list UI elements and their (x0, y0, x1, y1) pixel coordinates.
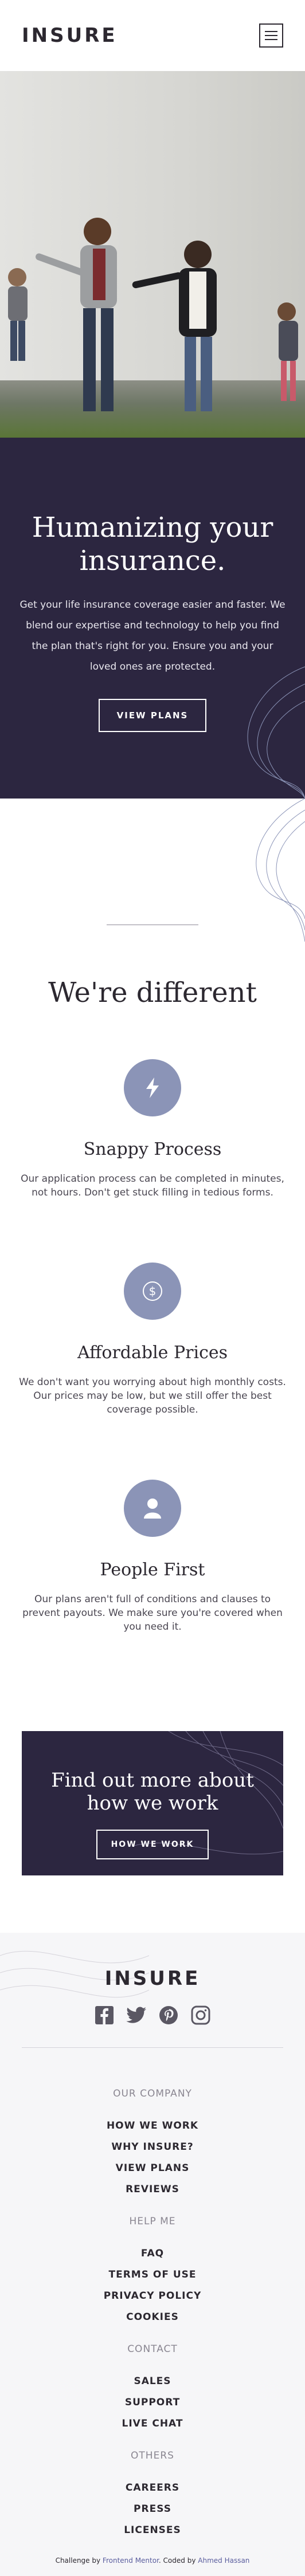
footer-link[interactable]: COOKIES (22, 2311, 283, 2323)
feature-title: Affordable Prices (77, 1343, 228, 1363)
footer-group-others: OTHERS CAREERS PRESS LICENSES (22, 2450, 283, 2536)
footer-link[interactable]: SALES (22, 2376, 283, 2387)
frontend-mentor-link[interactable]: Frontend Mentor (103, 2557, 159, 2565)
hero-title: Humanizing your insurance. (32, 512, 273, 577)
twitter-icon[interactable] (126, 2005, 147, 2026)
hero-image (0, 71, 305, 438)
attribution: Challenge by Frontend Mentor. Coded by A… (22, 2557, 283, 2565)
footer-link[interactable]: LIVE CHAT (22, 2418, 283, 2429)
social-links (22, 2005, 283, 2026)
footer-link[interactable]: TERMS OF USE (22, 2269, 283, 2280)
feature-text: Our plans aren't full of conditions and … (22, 1594, 283, 1633)
cta-box: Find out more about how we work HOW WE W… (22, 1731, 283, 1875)
footer-link[interactable]: FAQ (22, 2248, 283, 2259)
cta-title: Find out more about how we work (51, 1769, 254, 1815)
feature-card: People First Our plans aren't full of co… (17, 1480, 288, 1634)
view-plans-button[interactable]: VIEW PLANS (98, 699, 207, 732)
footer-group-company: OUR COMPANY HOW WE WORK WHY INSURE? VIEW… (22, 2088, 283, 2195)
author-link[interactable]: Ahmed Hassan (198, 2557, 249, 2565)
decorative-curves (256, 799, 305, 942)
feature-title: Snappy Process (83, 1139, 222, 1159)
family-photo (8, 218, 298, 411)
feature-card: Snappy Process Our application process c… (17, 1059, 288, 1199)
decorative-curves (247, 666, 305, 799)
logo[interactable]: INSURE (22, 24, 118, 47)
feature-title: People First (100, 1560, 205, 1580)
footer-link[interactable]: WHY INSURE? (22, 2141, 283, 2153)
attribution-prefix: Challenge by (55, 2557, 101, 2565)
footer-link[interactable]: CAREERS (22, 2482, 283, 2494)
feature-text: Our application process can be completed… (21, 1173, 284, 1198)
footer-group-help: HELP ME FAQ TERMS OF USE PRIVACY POLICY … (22, 2216, 283, 2323)
section-title: We're different (48, 977, 257, 1009)
hero-description: Get your life insurance coverage easier … (19, 599, 286, 672)
hero-section: Humanizing your insurance. Get your life… (0, 438, 305, 799)
footer-link[interactable]: PRESS (22, 2503, 283, 2515)
hamburger-icon[interactable] (259, 23, 283, 48)
svg-text:$: $ (149, 1284, 157, 1298)
footer-group-heading: CONTACT (127, 2343, 178, 2355)
dollar-icon: $ (124, 1263, 181, 1320)
feature-card: $ Affordable Prices We don't want you wo… (17, 1263, 288, 1417)
person-icon (124, 1480, 181, 1537)
footer-group-heading: HELP ME (129, 2216, 176, 2227)
lightning-icon (124, 1059, 181, 1116)
footer-group-heading: OUR COMPANY (113, 2088, 192, 2099)
feature-text: We don't want you worrying about high mo… (19, 1377, 286, 1415)
attribution-mid: . Coded by (158, 2557, 196, 2565)
instagram-icon[interactable] (190, 2005, 211, 2026)
footer-link[interactable]: PRIVACY POLICY (22, 2290, 283, 2302)
footer-divider (22, 2047, 283, 2048)
pinterest-icon[interactable] (158, 2005, 179, 2026)
cta-section: Find out more about how we work HOW WE W… (0, 1674, 305, 1933)
footer-group-heading: OTHERS (131, 2450, 174, 2461)
facebook-icon[interactable] (94, 2005, 115, 2026)
footer-link[interactable]: VIEW PLANS (22, 2162, 283, 2174)
footer-link[interactable]: REVIEWS (22, 2184, 283, 2195)
how-we-work-button[interactable]: HOW WE WORK (96, 1830, 209, 1859)
site-header: INSURE (0, 0, 305, 71)
features-section: We're different Snappy Process Our appli… (0, 799, 305, 1674)
footer-logo[interactable]: INSURE (22, 1967, 283, 1990)
footer-link[interactable]: HOW WE WORK (22, 2120, 283, 2131)
footer-link[interactable]: SUPPORT (22, 2397, 283, 2408)
site-footer: INSURE OUR COMPANY HOW WE WORK WHY INSUR… (0, 1933, 305, 2576)
footer-link[interactable]: LICENSES (22, 2524, 283, 2536)
footer-group-contact: CONTACT SALES SUPPORT LIVE CHAT (22, 2343, 283, 2429)
